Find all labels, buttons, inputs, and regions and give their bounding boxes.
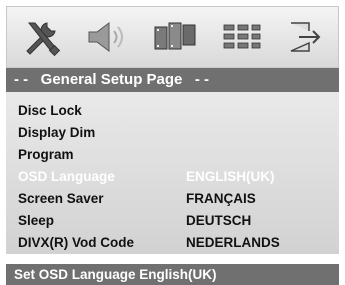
menu-item-display-dim[interactable]: Display Dim	[18, 124, 95, 142]
equalizer-icon[interactable]	[220, 17, 264, 57]
tools-icon[interactable]	[21, 17, 65, 57]
exit-icon[interactable]	[283, 17, 327, 57]
film-icon[interactable]	[153, 17, 197, 57]
menu-item-sleep[interactable]: Sleep	[18, 212, 54, 230]
menu-item-divx-vod-code[interactable]: DIVX(R) Vod Code	[18, 234, 134, 252]
option-deutsch[interactable]: DEUTSCH	[186, 212, 251, 230]
speaker-icon[interactable]	[85, 17, 129, 57]
option-francais[interactable]: FRANÇAIS	[186, 190, 256, 208]
option-english-uk[interactable]: ENGLISH(UK)	[186, 168, 275, 186]
menu-item-osd-language[interactable]: OSD Language	[18, 168, 115, 186]
option-nederlands[interactable]: NEDERLANDS	[186, 234, 280, 252]
status-bar: Set OSD Language English(UK)	[6, 264, 339, 285]
page-title: - - General Setup Page - -	[6, 68, 339, 92]
menu-item-screen-saver[interactable]: Screen Saver	[18, 190, 104, 208]
osd-screen: - - General Setup Page - - Disc Lock Dis…	[6, 6, 339, 285]
menu-item-disc-lock[interactable]: Disc Lock	[18, 102, 82, 120]
icon-bar	[6, 6, 339, 68]
menu-item-program[interactable]: Program	[18, 146, 74, 164]
settings-panel: Disc Lock Display Dim Program OSD Langua…	[6, 92, 339, 254]
